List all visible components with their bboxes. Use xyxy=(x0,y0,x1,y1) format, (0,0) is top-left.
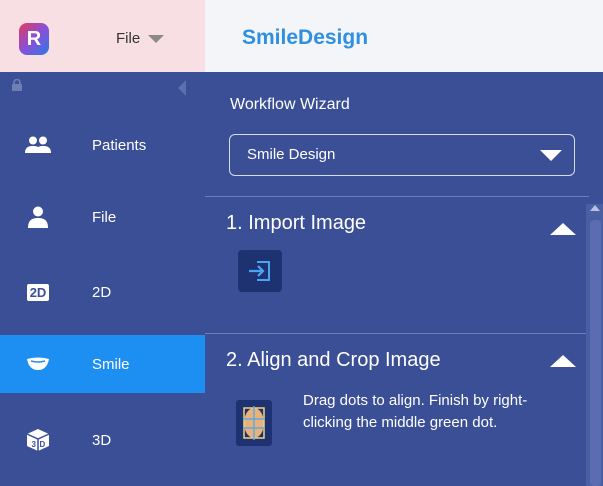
sidebar-item-file[interactable]: File xyxy=(0,188,205,246)
sidebar-item-label: Smile xyxy=(92,355,130,373)
divider xyxy=(205,196,589,197)
scroll-up-icon[interactable] xyxy=(590,205,600,211)
scrollbar-thumb[interactable] xyxy=(590,220,601,486)
dropdown-arrow-icon xyxy=(540,150,562,161)
logo-letter: R xyxy=(26,27,42,50)
collapse-section-icon[interactable] xyxy=(550,223,576,235)
patients-icon xyxy=(24,133,52,157)
app-window: R File SmileDesign Patients File 2D 2D S… xyxy=(0,0,603,486)
collapse-section-icon[interactable] xyxy=(550,355,576,367)
section-title-align-crop: 2. Align and Crop Image xyxy=(226,349,441,371)
person-icon xyxy=(24,205,52,229)
workflow-title: Workflow Wizard xyxy=(230,96,350,113)
import-icon xyxy=(249,261,270,281)
collapse-sidebar-icon[interactable] xyxy=(178,80,186,96)
2d-icon: 2D xyxy=(24,280,52,304)
import-image-button[interactable] xyxy=(238,250,282,292)
svg-text:3: 3 xyxy=(32,440,37,449)
file-menu-label: File xyxy=(116,30,141,47)
sidebar-item-2d[interactable]: 2D 2D xyxy=(0,263,205,321)
svg-text:D: D xyxy=(40,440,46,449)
workflow-panel: Workflow Wizard Smile Design 1. Import I… xyxy=(205,72,603,486)
sidebar-item-label: 2D xyxy=(92,283,112,301)
lock-icon[interactable] xyxy=(12,79,22,91)
3d-cube-icon: 3 D xyxy=(24,428,52,452)
2d-icon-text: 2D xyxy=(26,283,50,301)
sidebar-item-label: File xyxy=(92,208,117,226)
top-bar: R File SmileDesign xyxy=(0,0,603,72)
logo-area: R File xyxy=(0,0,205,72)
app-title: SmileDesign xyxy=(242,26,369,49)
app-logo-icon[interactable]: R xyxy=(19,23,49,55)
sidebar-item-label: 3D xyxy=(92,431,112,449)
workflow-select-value: Smile Design xyxy=(247,146,336,163)
align-face-icon xyxy=(236,400,272,446)
divider xyxy=(205,333,589,334)
workflow-select[interactable]: Smile Design xyxy=(229,134,575,176)
sidebar-item-label: Patients xyxy=(92,136,147,154)
section-description: Drag dots to align. Finish by right-clic… xyxy=(303,392,528,431)
sidebar-item-smile[interactable]: Smile xyxy=(0,335,205,393)
file-menu[interactable]: File xyxy=(116,30,165,47)
chevron-down-icon xyxy=(148,34,165,43)
section-title-import-image: 1. Import Image xyxy=(226,212,367,234)
smile-icon xyxy=(24,352,52,376)
sidebar-item-patients[interactable]: Patients xyxy=(0,116,205,174)
sidebar-item-3d[interactable]: 3 D 3D xyxy=(0,411,205,469)
